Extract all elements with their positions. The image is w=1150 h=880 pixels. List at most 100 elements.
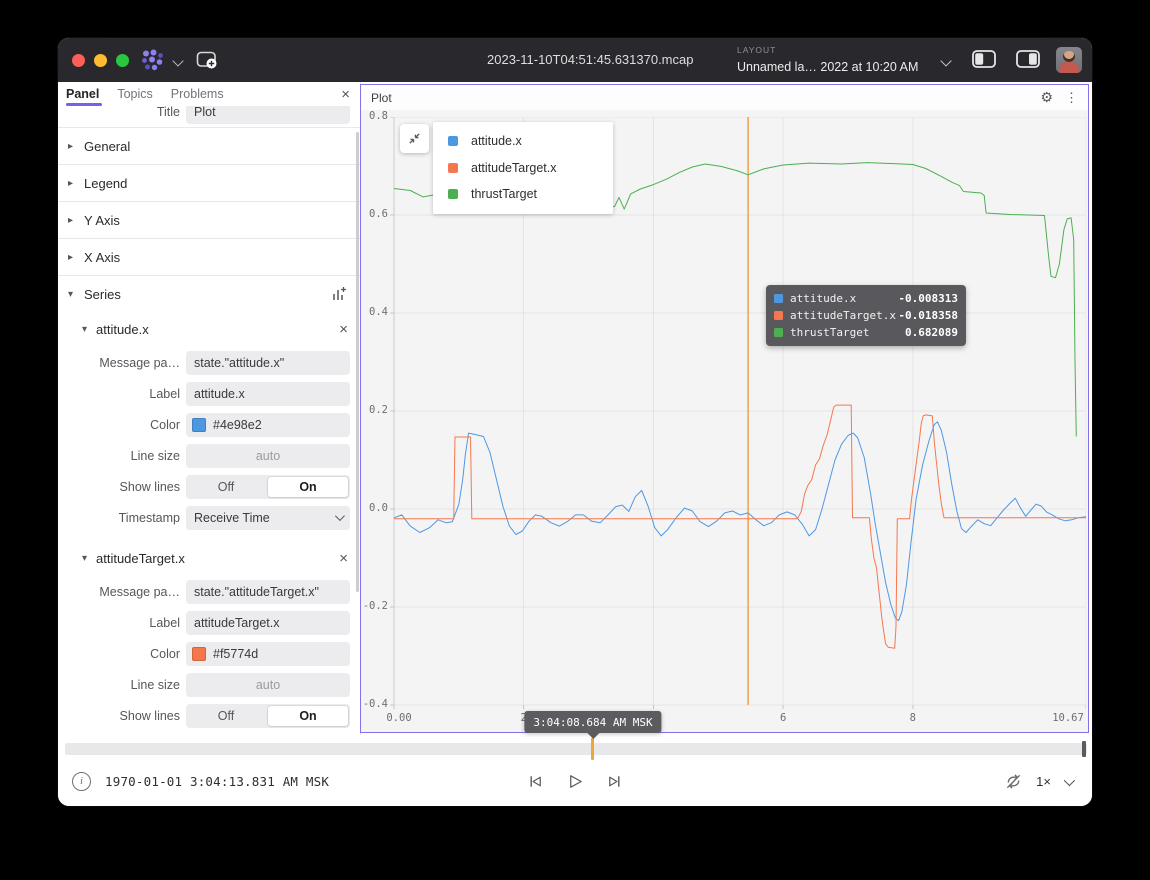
current-timestamp[interactable]: 1970-01-01 3:04:13.831 AM MSK	[105, 774, 329, 789]
tab-topics[interactable]: Topics	[117, 87, 152, 101]
color-row: Color #4e98e2	[58, 409, 360, 440]
show-lines-off-button[interactable]: Off	[186, 475, 266, 499]
show-lines-on-button[interactable]: On	[268, 477, 348, 497]
color-picker[interactable]: #f5774d	[186, 642, 350, 666]
section-y-axis[interactable]: Y Axis	[58, 201, 360, 238]
line-size-input[interactable]	[186, 673, 350, 697]
sidebar-close-icon[interactable]	[341, 87, 350, 102]
label-row: Label	[58, 378, 360, 409]
seek-backward-button[interactable]	[526, 772, 545, 791]
legend-swatch	[448, 163, 458, 173]
x-axis-tick-label: 8	[910, 712, 916, 724]
loop-off-icon[interactable]	[1004, 772, 1023, 791]
color-swatch	[192, 418, 206, 432]
legend-swatch	[448, 136, 458, 146]
tab-problems[interactable]: Problems	[171, 87, 224, 101]
plot-panel-header[interactable]: Plot	[361, 85, 1088, 110]
sidebar-scrollbar[interactable]	[356, 132, 359, 592]
user-avatar[interactable]	[1056, 47, 1082, 73]
message-path-input[interactable]	[186, 351, 350, 375]
y-axis-tick-label: -0.2	[363, 600, 388, 612]
plot-legend: attitude.x attitudeTarget.x thrustTarget	[433, 122, 613, 214]
label-input[interactable]	[186, 611, 350, 635]
message-path-row: Message pa…	[58, 347, 360, 378]
add-series-icon[interactable]	[331, 286, 347, 302]
add-panel-icon[interactable]	[196, 50, 218, 70]
tooltip-swatch	[774, 328, 783, 337]
left-sidebar-toggle-icon[interactable]	[972, 50, 996, 68]
speed-chevron-icon[interactable]	[1064, 774, 1075, 785]
sidebar-tab-bar: Panel Topics Problems	[58, 82, 360, 106]
legend-item-attitude-target-x[interactable]: attitudeTarget.x	[433, 155, 613, 182]
series-attitude-x-header[interactable]: attitude.x	[58, 312, 360, 347]
color-swatch	[192, 647, 206, 661]
data-source-filename[interactable]: 2023-11-10T04:51:45.631370.mcap	[487, 52, 693, 67]
section-legend[interactable]: Legend	[58, 164, 360, 201]
collapse-arrows-icon	[407, 131, 422, 146]
zoom-window-button[interactable]	[116, 54, 129, 67]
legend-item-thrust-target[interactable]: thrustTarget	[433, 181, 613, 208]
section-x-axis[interactable]: X Axis	[58, 238, 360, 275]
show-lines-toggle: Off On	[186, 704, 350, 728]
plot-chart-area[interactable]: 0.80.60.40.20.0-0.2-0.4 0.00246810.67 at…	[361, 110, 1088, 732]
line-size-row: Line size	[58, 669, 360, 700]
panel-title-input[interactable]	[186, 106, 350, 124]
info-icon[interactable]	[72, 772, 91, 791]
layout-eyebrow: LAYOUT	[737, 46, 918, 55]
timestamp-select[interactable]: Receive Time	[186, 506, 350, 530]
plot-panel: Plot 0.80.60.40.20.0-0.2-0.4 0.00246810.…	[360, 84, 1089, 733]
layout-chevron-icon[interactable]	[940, 55, 951, 66]
color-picker[interactable]: #4e98e2	[186, 413, 350, 437]
show-lines-off-button[interactable]: Off	[186, 704, 266, 728]
chevron-down-icon	[68, 289, 82, 300]
right-sidebar-toggle-icon[interactable]	[1016, 50, 1040, 68]
minimize-window-button[interactable]	[94, 54, 107, 67]
layout-selector[interactable]: LAYOUT Unnamed la… 2022 at 10:20 AM	[737, 42, 918, 75]
label-input[interactable]	[186, 382, 350, 406]
legend-swatch	[448, 189, 458, 199]
section-series[interactable]: Series	[58, 275, 360, 312]
y-axis-tick-label: -0.4	[363, 698, 388, 710]
y-axis-tick-label: 0.4	[369, 306, 388, 318]
line-size-row: Line size	[58, 440, 360, 471]
chevron-right-icon	[68, 141, 82, 152]
play-button[interactable]	[566, 772, 585, 791]
show-lines-toggle: Off On	[186, 475, 350, 499]
hover-time-tooltip: 3:04:08.684 AM MSK	[524, 711, 661, 733]
section-general[interactable]: General	[58, 127, 360, 164]
playback-right-controls: 1×	[1004, 772, 1078, 791]
show-lines-on-button[interactable]: On	[268, 706, 348, 726]
tooltip-swatch	[774, 294, 783, 303]
timestamp-row: Timestamp Receive Time	[58, 502, 360, 533]
title-bar: 2023-11-10T04:51:45.631370.mcap LAYOUT U…	[58, 38, 1092, 82]
line-size-input[interactable]	[186, 444, 350, 468]
foxglove-logo-icon[interactable]	[140, 49, 166, 71]
transport-controls	[526, 772, 625, 791]
tab-panel[interactable]: Panel	[66, 87, 99, 101]
playback-speed[interactable]: 1×	[1036, 774, 1051, 789]
label-row: Label	[58, 607, 360, 638]
value-tooltip: attitude.x -0.008313 attitudeTarget.x -0…	[766, 285, 966, 346]
y-axis-tick-label: 0.2	[369, 404, 388, 416]
close-window-button[interactable]	[72, 54, 85, 67]
scrubber-playhead-marker[interactable]	[1082, 741, 1086, 757]
remove-series-icon[interactable]	[339, 550, 348, 567]
chevron-right-icon	[68, 215, 82, 226]
message-path-input[interactable]	[186, 580, 350, 604]
avatar-face	[1063, 51, 1075, 62]
title-field-label: Title	[58, 106, 186, 119]
tooltip-row: thrustTarget 0.682089	[774, 324, 958, 341]
series-attitude-target-x-header[interactable]: attitudeTarget.x	[58, 541, 360, 576]
remove-series-icon[interactable]	[339, 321, 348, 338]
playback-bar: 1970-01-01 3:04:13.831 AM MSK	[58, 735, 1092, 806]
legend-collapse-button[interactable]	[400, 124, 429, 153]
desktop: { "titlebar": { "filename": "2023-11-10T…	[0, 0, 1150, 880]
panel-menu-kebab-icon[interactable]	[1065, 90, 1078, 106]
panel-settings-gear-icon[interactable]	[1040, 89, 1053, 106]
seek-forward-button[interactable]	[606, 772, 625, 791]
legend-item-attitude-x[interactable]: attitude.x	[433, 128, 613, 155]
y-axis-tick-label: 0.8	[369, 110, 388, 122]
show-lines-row: Show lines Off On	[58, 700, 360, 731]
data-source-chevron-icon[interactable]	[172, 55, 183, 66]
playback-scrubber[interactable]	[65, 743, 1087, 755]
